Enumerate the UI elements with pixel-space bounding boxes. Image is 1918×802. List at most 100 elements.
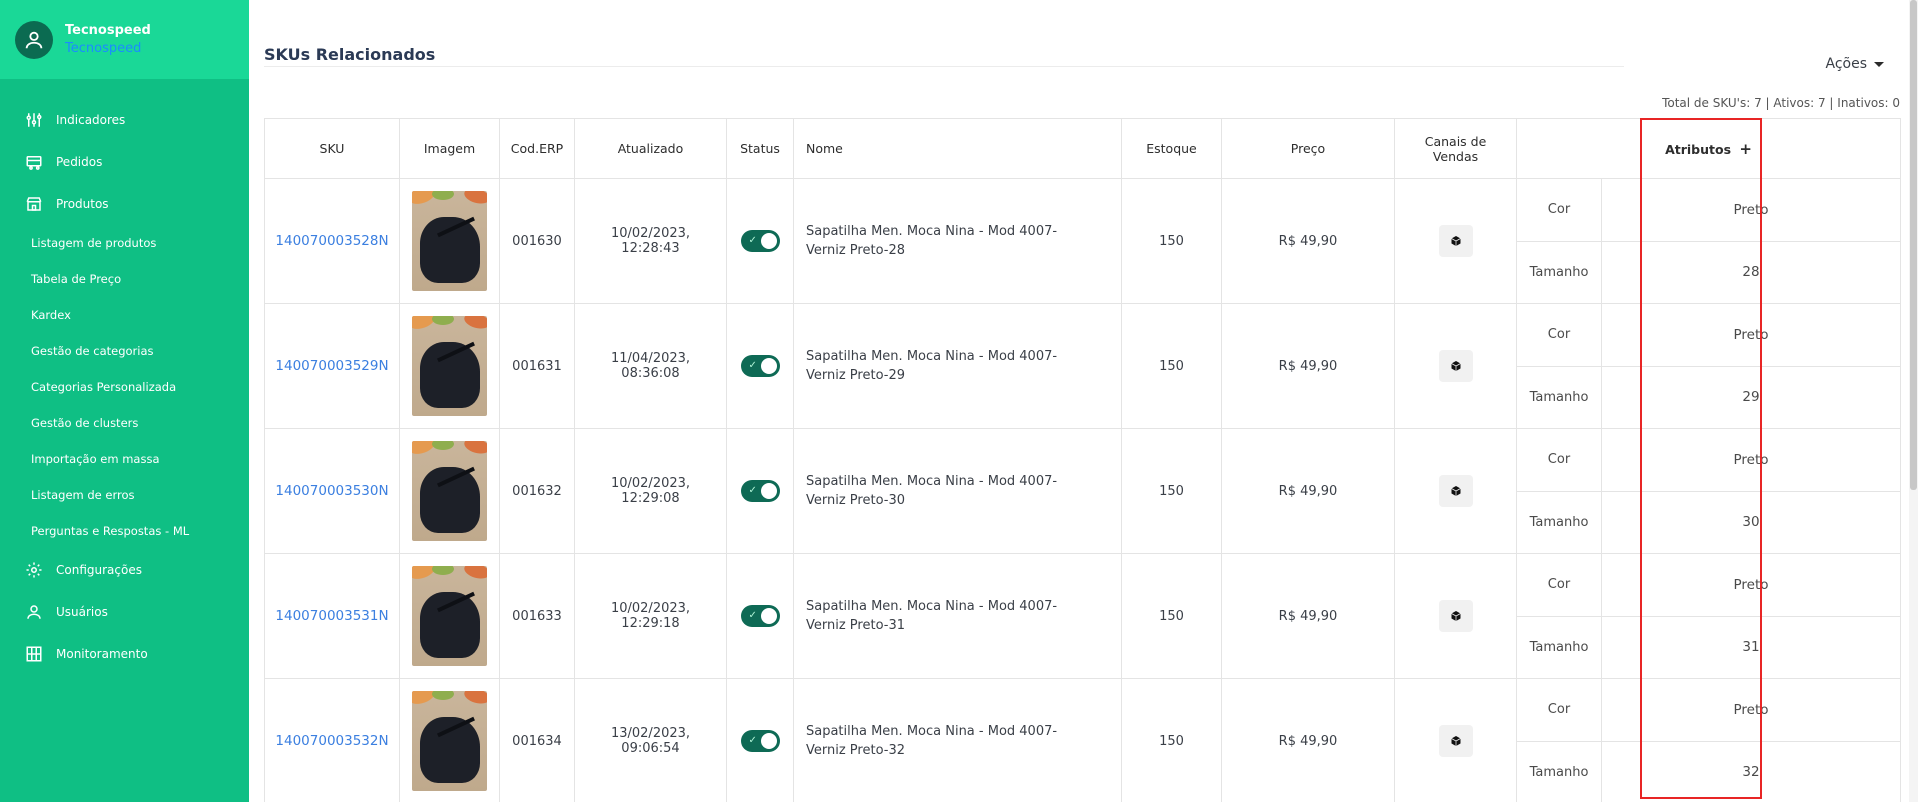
scrollbar-thumb[interactable] bbox=[1910, 0, 1917, 490]
col-header-sku[interactable]: SKU bbox=[264, 118, 400, 179]
store-icon bbox=[24, 194, 44, 214]
image-cell bbox=[399, 178, 500, 304]
sku-link[interactable]: 140070003529N bbox=[275, 358, 388, 374]
preco-cell: R$ 49,90 bbox=[1221, 678, 1395, 802]
sidebar-subitem-listagem-erros[interactable]: Listagem de erros bbox=[0, 477, 249, 513]
status-cell: ✓ bbox=[726, 303, 794, 429]
canais-cell bbox=[1394, 678, 1517, 802]
preco-cell: R$ 49,90 bbox=[1221, 178, 1395, 304]
attr-key-cell: Cor bbox=[1516, 303, 1602, 367]
user-texts: Tecnospeed Tecnospeed bbox=[65, 22, 151, 58]
preco-cell: R$ 49,90 bbox=[1221, 428, 1395, 554]
sidebar-subitem-kardex[interactable]: Kardex bbox=[0, 297, 249, 333]
canal-button[interactable] bbox=[1438, 350, 1473, 382]
updated-date: 10/02/2023, bbox=[610, 601, 691, 616]
user-block[interactable]: Tecnospeed Tecnospeed bbox=[0, 0, 249, 79]
status-toggle[interactable]: ✓ bbox=[740, 480, 780, 502]
vertical-scrollbar[interactable] bbox=[1909, 0, 1918, 802]
sidebar-subitem-importacao-massa[interactable]: Importação em massa bbox=[0, 441, 249, 477]
sidebar-subitem-perguntas-respostas[interactable]: Perguntas e Respostas - ML bbox=[0, 513, 249, 549]
canal-button[interactable] bbox=[1438, 475, 1473, 507]
nome-line1: Sapatilha Men. Moca Nina - Mod 4007- bbox=[806, 349, 1058, 364]
status-toggle[interactable]: ✓ bbox=[740, 230, 780, 252]
sku-cell: 140070003531N bbox=[264, 553, 400, 679]
sidebar-item-pedidos[interactable]: Pedidos bbox=[0, 141, 249, 183]
attr-value-cell: 28 bbox=[1600, 240, 1902, 304]
nome-line2: Verniz Preto-29 bbox=[806, 368, 905, 383]
sidebar-item-label: Pedidos bbox=[56, 155, 103, 169]
sku-cell: 140070003532N bbox=[264, 678, 400, 802]
col-header-atualizado[interactable]: Atualizado bbox=[574, 118, 727, 179]
sidebar-item-indicadores[interactable]: Indicadores bbox=[0, 99, 249, 141]
sku-link[interactable]: 140070003532N bbox=[275, 733, 388, 749]
attr-value-cell: 30 bbox=[1600, 490, 1902, 554]
attr-value-cell: Preto bbox=[1600, 553, 1902, 617]
col-header-canais: Canais de Vendas bbox=[1394, 118, 1517, 179]
user-name: Tecnospeed bbox=[65, 22, 151, 38]
canais-cell bbox=[1394, 428, 1517, 554]
image-cell bbox=[399, 303, 500, 429]
canal-button[interactable] bbox=[1438, 225, 1473, 257]
product-thumbnail[interactable] bbox=[412, 691, 487, 791]
nome-line1: Sapatilha Men. Moca Nina - Mod 4007- bbox=[806, 599, 1058, 614]
updated-cell: 11/04/2023, 08:36:08 bbox=[574, 303, 727, 429]
cube-icon bbox=[1450, 236, 1461, 246]
col-header-cod-erp[interactable]: Cod.ERP bbox=[499, 118, 575, 179]
sidebar-item-produtos[interactable]: Produtos bbox=[0, 183, 249, 225]
sidebar-item-usuarios[interactable]: Usuários bbox=[0, 591, 249, 633]
estoque-cell: 150 bbox=[1121, 303, 1222, 429]
nome-cell: Sapatilha Men. Moca Nina - Mod 4007- Vern… bbox=[793, 428, 1122, 554]
col-header-nome[interactable]: Nome bbox=[793, 118, 1122, 179]
image-cell bbox=[399, 428, 500, 554]
updated-cell: 10/02/2023, 12:28:43 bbox=[574, 178, 727, 304]
cod-erp-cell: 001634 bbox=[499, 678, 575, 802]
sidebar-subitem-gestao-clusters[interactable]: Gestão de clusters bbox=[0, 405, 249, 441]
sidebar-subitem-gestao-categorias[interactable]: Gestão de categorias bbox=[0, 333, 249, 369]
sidebar-item-label: Usuários bbox=[56, 605, 108, 619]
product-thumbnail[interactable] bbox=[412, 191, 487, 291]
status-toggle[interactable]: ✓ bbox=[740, 355, 780, 377]
attr-key-cell: Tamanho bbox=[1516, 740, 1602, 802]
nome-cell: Sapatilha Men. Moca Nina - Mod 4007- Vern… bbox=[793, 553, 1122, 679]
sku-summary: Total de SKU's: 7 | Ativos: 7 | Inativos… bbox=[1662, 96, 1900, 110]
col-header-estoque[interactable]: Estoque bbox=[1121, 118, 1222, 179]
check-icon: ✓ bbox=[748, 485, 757, 496]
sku-link[interactable]: 140070003531N bbox=[275, 608, 388, 624]
sku-link[interactable]: 140070003530N bbox=[275, 483, 388, 499]
sidebar-item-configuracoes[interactable]: Configurações bbox=[0, 549, 249, 591]
plus-icon[interactable]: + bbox=[1739, 140, 1752, 158]
cart-icon bbox=[24, 152, 44, 172]
updated-time: 12:29:08 bbox=[621, 491, 680, 506]
cod-erp-cell: 001630 bbox=[499, 178, 575, 304]
canais-cell bbox=[1394, 178, 1517, 304]
sliders-icon bbox=[24, 110, 44, 130]
col-header-preco[interactable]: Preço bbox=[1221, 118, 1395, 179]
sidebar-subitem-listagem-produtos[interactable]: Listagem de produtos bbox=[0, 225, 249, 261]
col-header-canais-line2: Vendas bbox=[1432, 148, 1479, 164]
actions-dropdown[interactable]: Ações bbox=[1825, 56, 1884, 72]
product-thumbnail[interactable] bbox=[412, 441, 487, 541]
sku-cell: 140070003529N bbox=[264, 303, 400, 429]
nome-line2: Verniz Preto-30 bbox=[806, 493, 905, 508]
attr-value-cell: 29 bbox=[1600, 365, 1902, 429]
sidebar-subitem-tabela-preco[interactable]: Tabela de Preço bbox=[0, 261, 249, 297]
product-thumbnail[interactable] bbox=[412, 566, 487, 666]
updated-time: 09:06:54 bbox=[621, 741, 680, 756]
sidebar-item-monitoramento[interactable]: Monitoramento bbox=[0, 633, 249, 675]
table-row: 140070003532N 001634 13/02/2023, 09:06:54 ✓ S… bbox=[264, 678, 1902, 802]
status-toggle[interactable]: ✓ bbox=[740, 605, 780, 627]
nome-line2: Verniz Preto-32 bbox=[806, 743, 905, 758]
sidebar-item-label: Indicadores bbox=[56, 113, 126, 127]
col-header-status[interactable]: Status bbox=[726, 118, 794, 179]
updated-date: 11/04/2023, bbox=[610, 351, 691, 366]
sku-link[interactable]: 140070003528N bbox=[275, 233, 388, 249]
estoque-cell: 150 bbox=[1121, 553, 1222, 679]
attr-key-cell: Tamanho bbox=[1516, 490, 1602, 554]
canal-button[interactable] bbox=[1438, 600, 1473, 632]
sidebar-subitem-categorias-personalizada[interactable]: Categorias Personalizada bbox=[0, 369, 249, 405]
user-org: Tecnospeed bbox=[65, 40, 142, 56]
product-thumbnail[interactable] bbox=[412, 316, 487, 416]
status-toggle[interactable]: ✓ bbox=[740, 730, 780, 752]
canal-button[interactable] bbox=[1438, 725, 1473, 757]
preco-cell: R$ 49,90 bbox=[1221, 303, 1395, 429]
